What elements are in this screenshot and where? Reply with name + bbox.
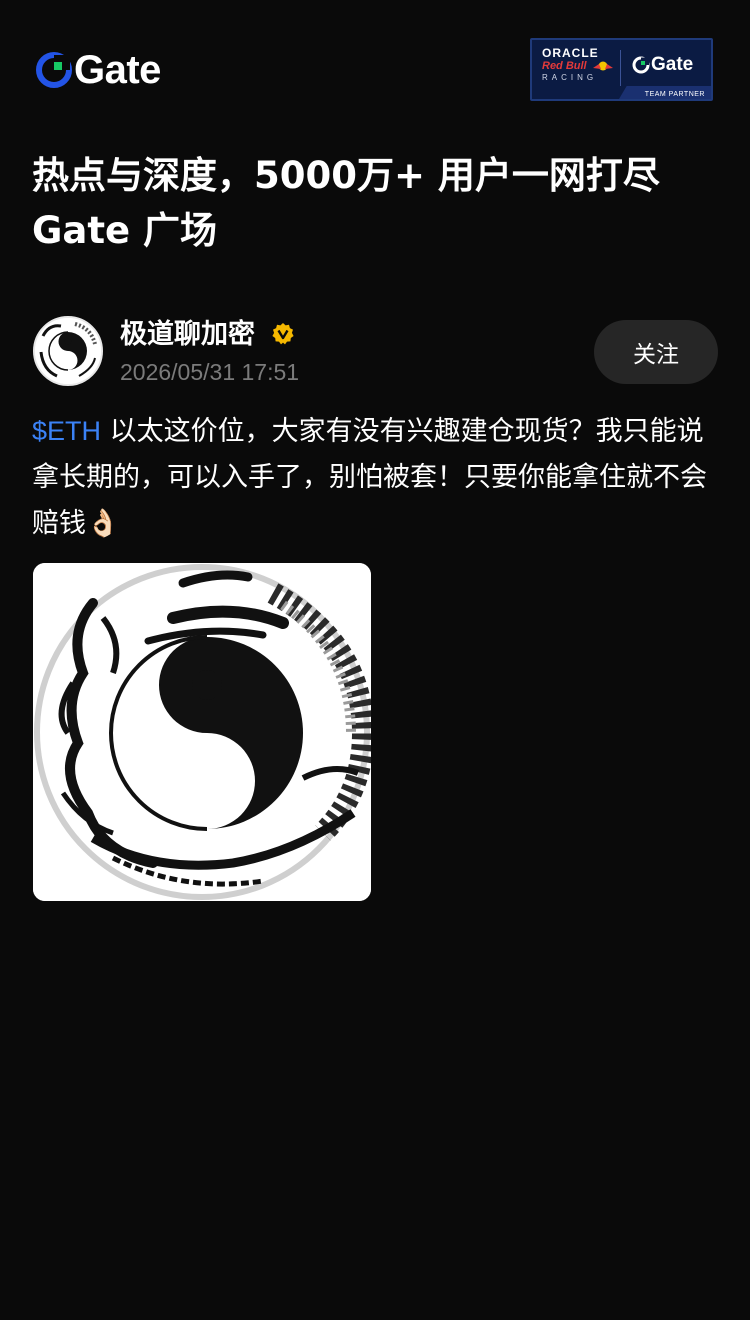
partner-line2: Red Bull xyxy=(542,60,587,72)
author-name[interactable]: 极道聊加密 xyxy=(120,318,255,352)
partner-divider xyxy=(620,50,621,86)
follow-button[interactable]: 关注 xyxy=(594,320,718,384)
gate-logo-icon xyxy=(36,52,72,88)
brand-name: Gate xyxy=(74,48,161,92)
partner-line1: ORACLE xyxy=(542,46,599,60)
post-timestamp: 2026/05/31 17:51 xyxy=(120,359,300,385)
gate-logo-icon xyxy=(632,56,650,74)
post-author-row: 极道聊加密 2026/05/31 17:51 关注 xyxy=(33,316,718,388)
page-title-line1: 热点与深度，5000万+ 用户一网打尽 xyxy=(32,154,660,197)
post-text: $ETH 以太这价位，大家有没有兴趣建仓现货？我只能说拿长期的，可以入手了，别怕… xyxy=(32,408,722,547)
partner-badge[interactable]: ORACLE Red Bull RACING Gate TEAM PARTNER xyxy=(530,38,713,101)
post-image[interactable] xyxy=(33,563,371,901)
post-content: 以太这价位，大家有没有兴趣建仓现货？我只能说拿长期的，可以入手了，别怕被套！只要… xyxy=(32,416,707,539)
partner-footer: TEAM PARTNER xyxy=(532,86,711,99)
yin-yang-icon xyxy=(35,318,101,384)
partner-gate-name: Gate xyxy=(651,54,694,75)
ticker-link[interactable]: $ETH xyxy=(32,416,101,446)
page-title-line2: Gate 广场 xyxy=(32,209,217,252)
avatar[interactable] xyxy=(33,316,103,386)
partner-footer-text: TEAM PARTNER xyxy=(644,91,705,98)
verified-badge-icon xyxy=(272,323,294,345)
page-title: 热点与深度，5000万+ 用户一网打尽 Gate 广场 xyxy=(32,148,722,258)
partner-gate-logo: Gate xyxy=(632,54,693,76)
red-bull-icon xyxy=(593,61,613,71)
gate-logo[interactable]: Gate xyxy=(36,50,161,90)
yin-yang-dragon-image xyxy=(33,563,371,901)
partner-line3: RACING xyxy=(542,73,598,82)
header: Gate ORACLE Red Bull RACING Gate TEAM PA… xyxy=(0,0,750,140)
